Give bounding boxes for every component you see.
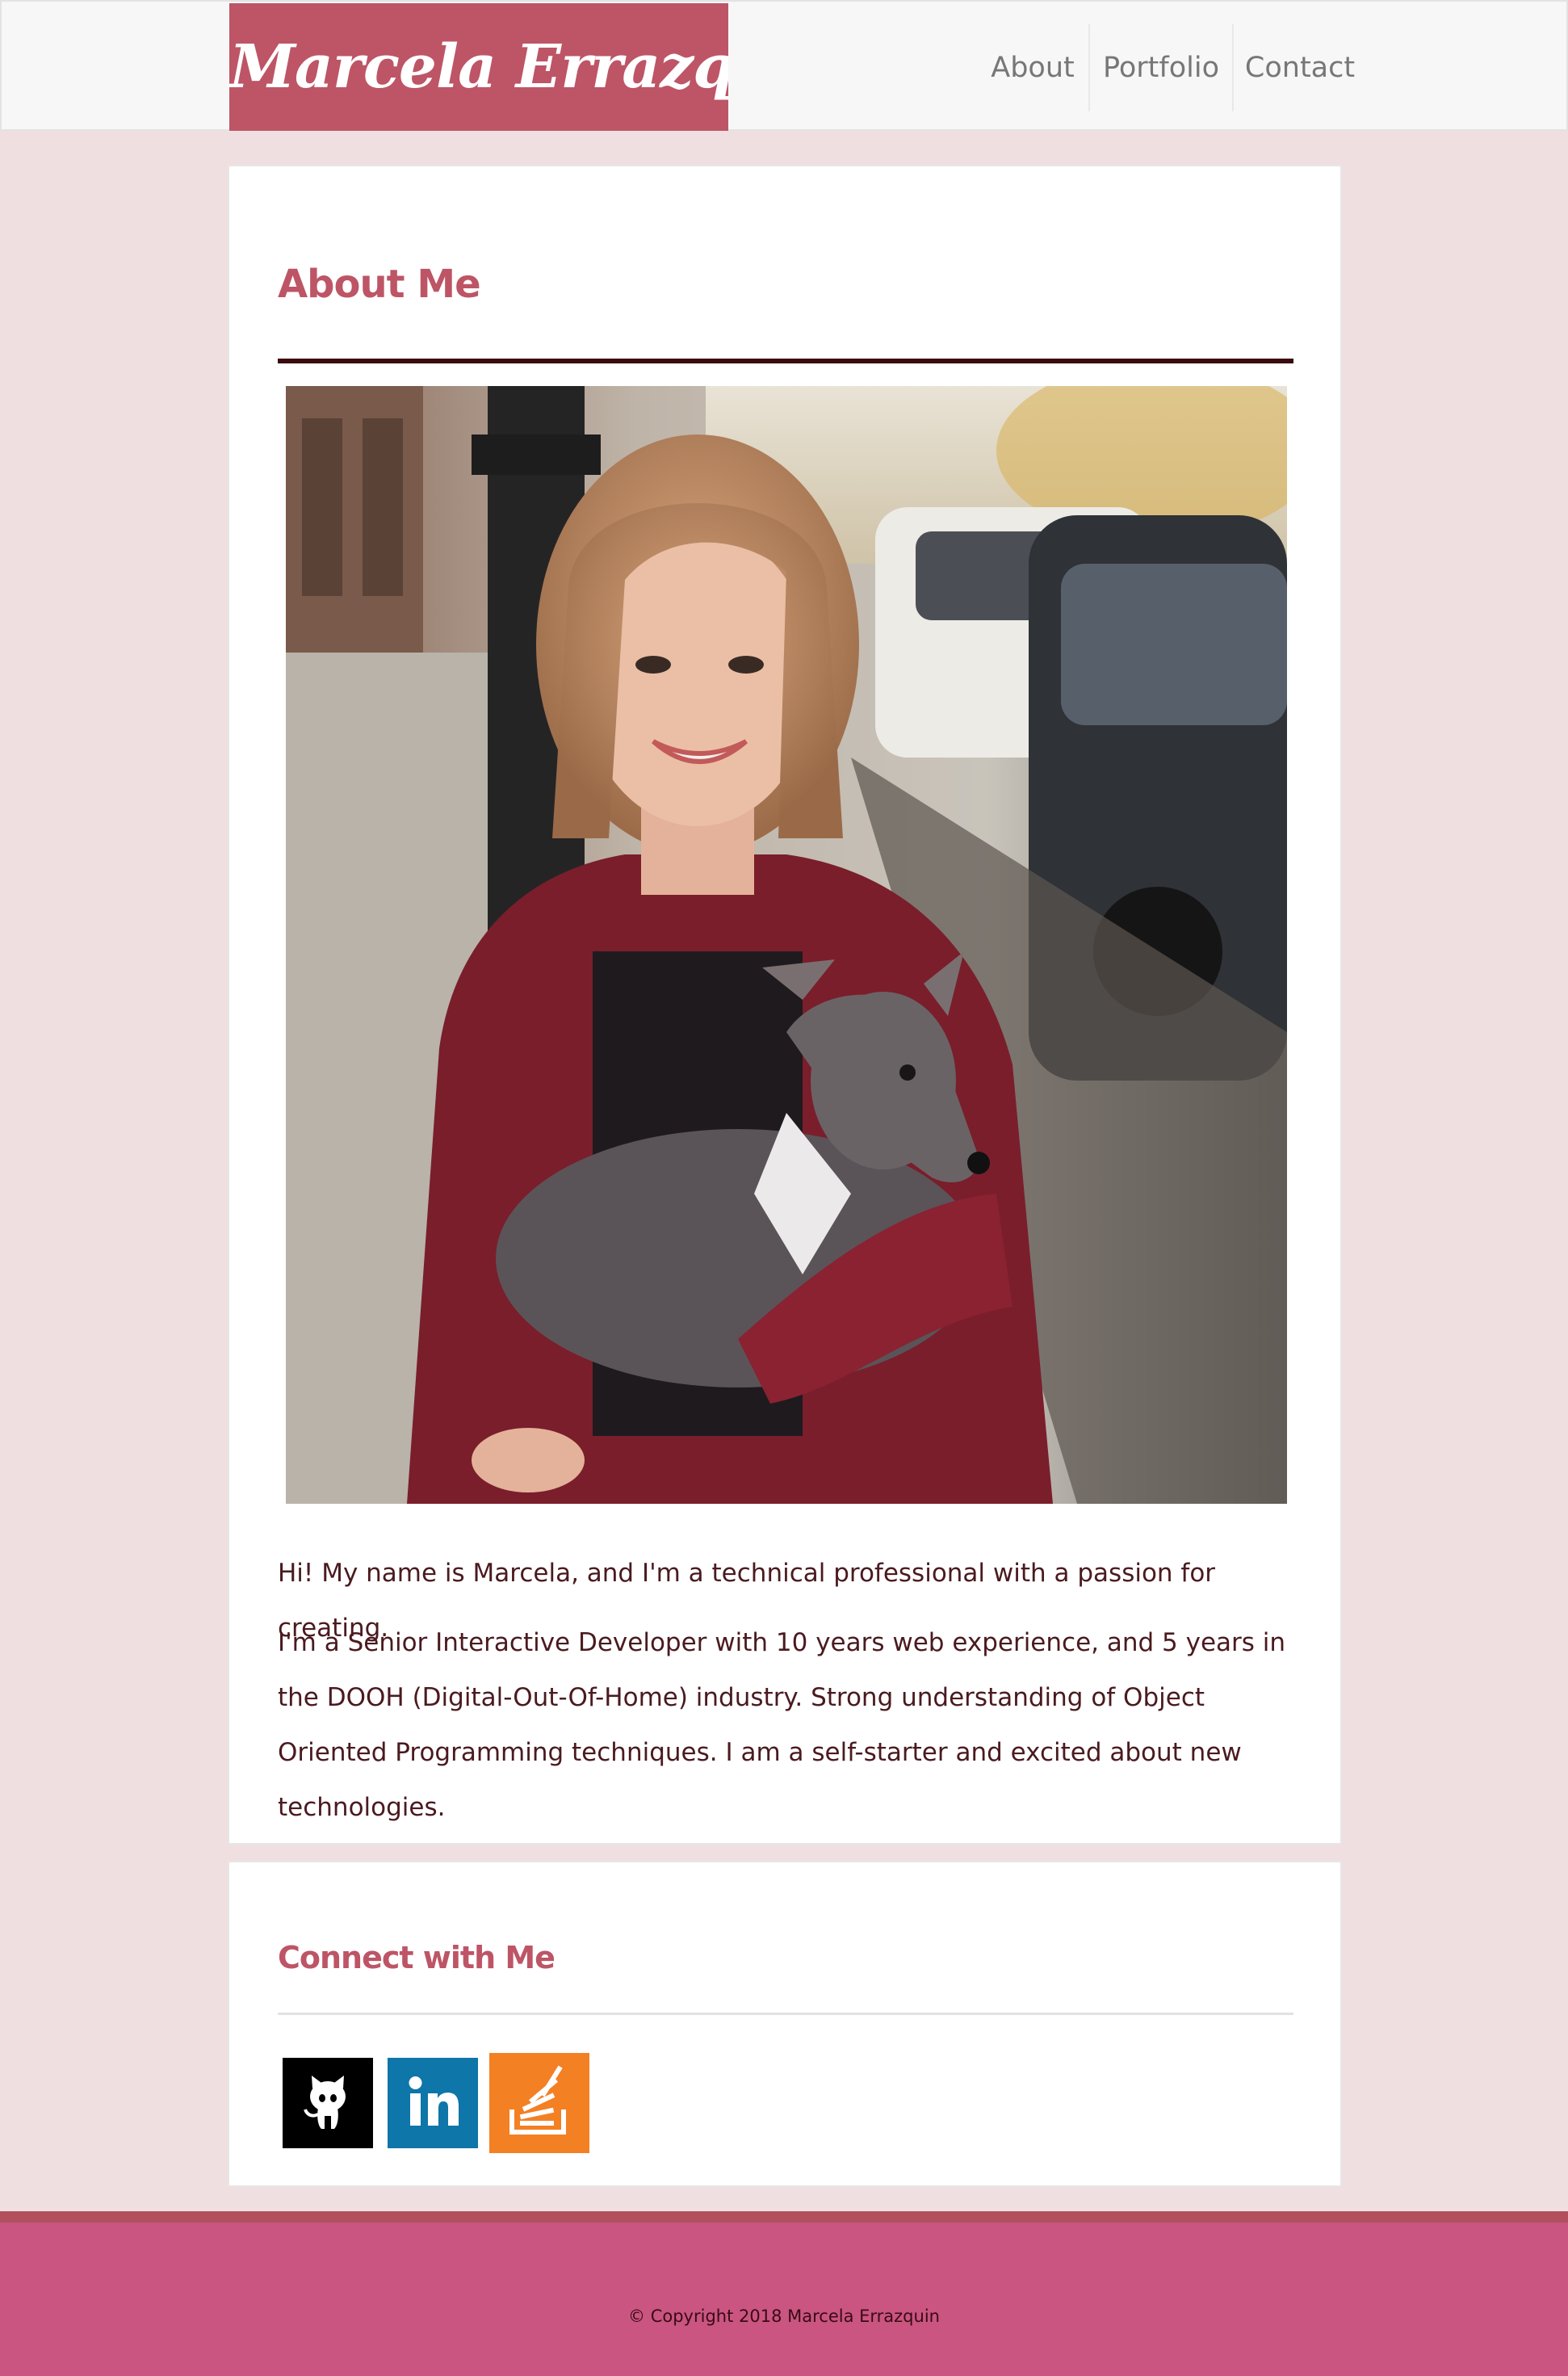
stackoverflow-icon [509,2065,566,2135]
about-bio-text: I'm a Senior Interactive Developer with … [278,1628,1286,1822]
connect-title: Connect with Me [278,1940,556,1975]
copyright-text: © Copyright 2018 Marcela Errazquin [628,2307,940,2326]
linkedin-link[interactable] [388,2058,478,2148]
nav-link-contact[interactable]: Contact [1234,24,1366,111]
nav-link-about[interactable]: About [977,24,1088,111]
github-link[interactable] [283,2058,373,2148]
footer: © Copyright 2018 Marcela Errazquin [0,2211,1568,2376]
navbar: Marcela Errazquin About Portfolio Contac… [0,0,1568,131]
profile-photo [286,386,1287,1504]
github-icon [304,2076,346,2129]
linkedin-icon [409,2076,459,2126]
section-divider [278,359,1293,363]
section-divider [278,2013,1293,2015]
about-section: About Me Hi! My name is Marcela, and I'm… [228,165,1342,1845]
about-title: About Me [278,262,481,307]
nav-link-portfolio[interactable]: Portfolio [1090,24,1232,111]
site-logo[interactable]: Marcela Errazquin [229,3,728,131]
stackoverflow-link[interactable] [489,2053,589,2153]
connect-section: Connect with Me [228,1861,1342,2187]
